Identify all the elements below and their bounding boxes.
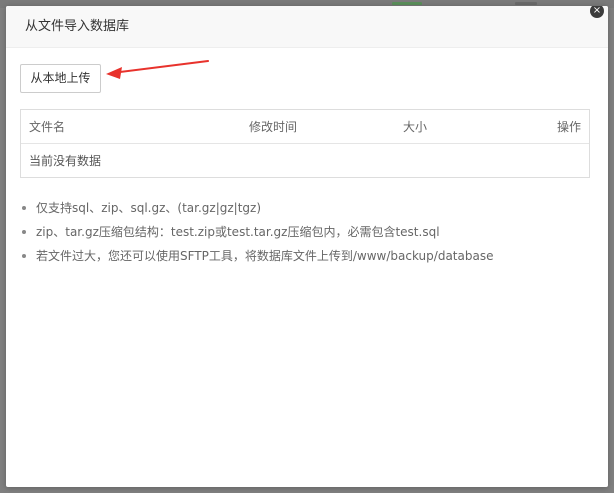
tip-item: zip、tar.gz压缩包结构：test.zip或test.tar.gz压缩包内… [20, 220, 493, 244]
tip-item: 仅支持sql、zip、sql.gz、(tar.gz|gz|tgz) [20, 196, 493, 220]
bullet-icon [22, 206, 26, 210]
bullet-icon [22, 230, 26, 234]
tips-list: 仅支持sql、zip、sql.gz、(tar.gz|gz|tgz) zip、ta… [20, 196, 493, 268]
background-element [515, 2, 537, 5]
tip-text: 若文件过大，您还可以使用SFTP工具，将数据库文件上传到/www/backup/… [36, 249, 494, 263]
column-header-actions: 操作 [556, 120, 581, 134]
table-header: 文件名 修改时间 大小 操作 [21, 110, 589, 144]
tip-text: zip、tar.gz压缩包结构：test.zip或test.tar.gz压缩包内… [36, 225, 440, 239]
column-header-size: 大小 [403, 120, 428, 134]
import-database-dialog: 从文件导入数据库 从本地上传 文件名 修改时间 大小 操作 当前没有数据 仅支持… [6, 6, 608, 487]
background-element [392, 2, 422, 5]
tip-item: 若文件过大，您还可以使用SFTP工具，将数据库文件上传到/www/backup/… [20, 244, 493, 268]
column-header-filename: 文件名 [29, 120, 66, 134]
file-table: 文件名 修改时间 大小 操作 当前没有数据 [20, 109, 590, 178]
table-empty-message: 当前没有数据 [29, 154, 102, 168]
upload-local-button[interactable]: 从本地上传 [20, 64, 101, 93]
bullet-icon [22, 254, 26, 258]
dialog-title: 从文件导入数据库 [25, 19, 130, 34]
column-header-modified-time: 修改时间 [249, 120, 298, 134]
tip-text: 仅支持sql、zip、sql.gz、(tar.gz|gz|tgz) [36, 201, 261, 215]
dialog-header: 从文件导入数据库 [6, 6, 608, 48]
annotation-arrow-icon [106, 60, 209, 79]
